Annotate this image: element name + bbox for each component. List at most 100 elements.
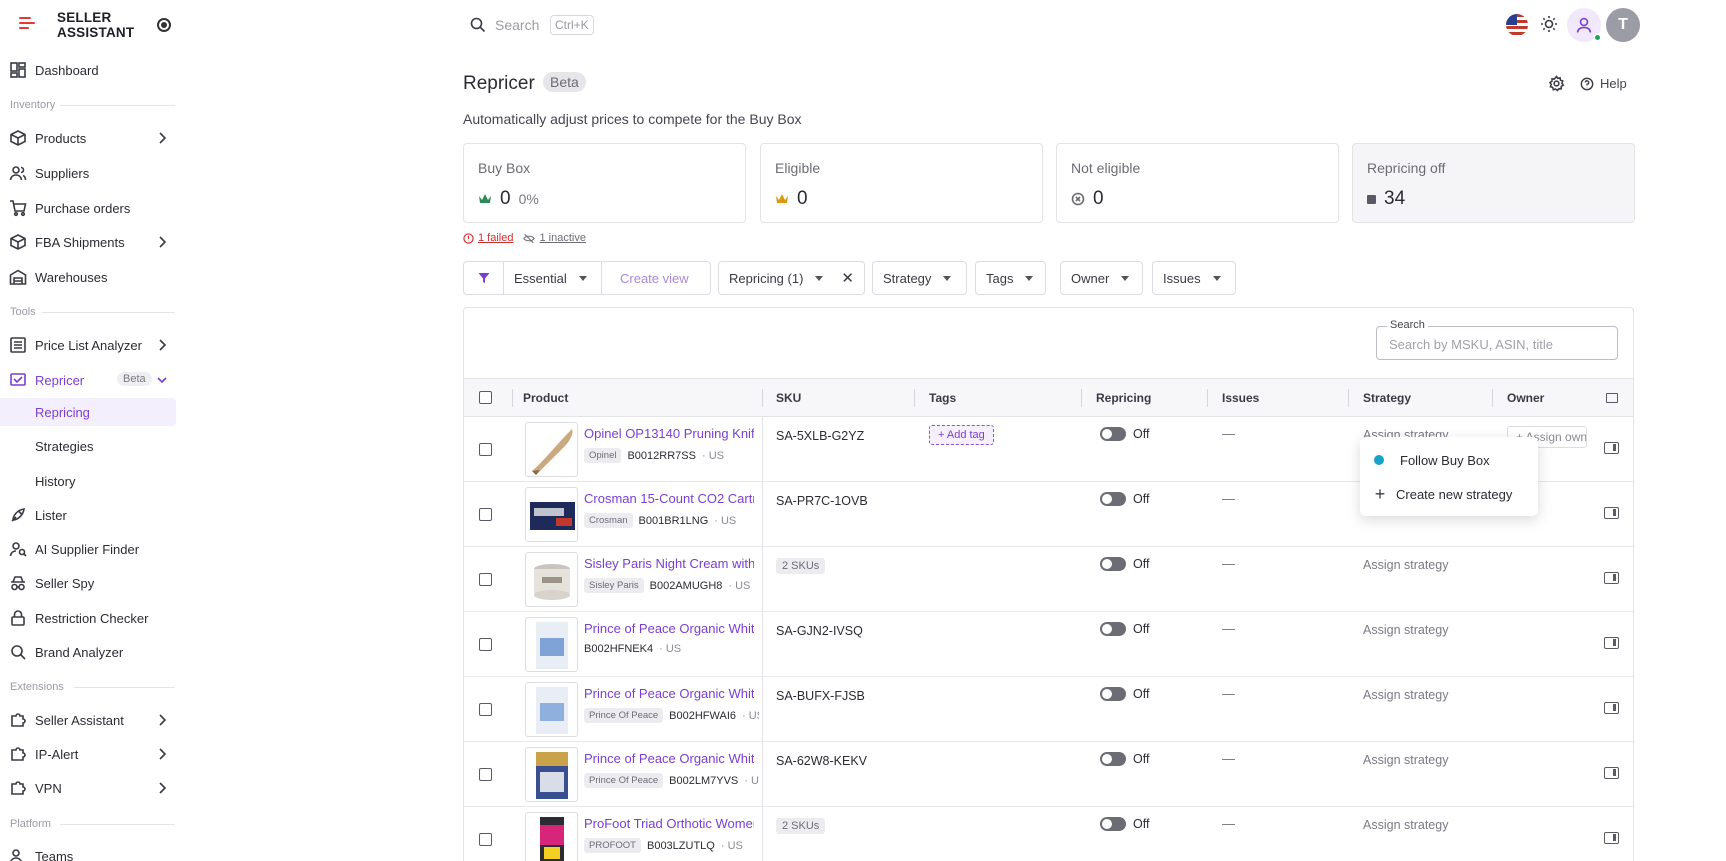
repricing-toggle[interactable] xyxy=(1100,492,1126,506)
repricing-toggle[interactable] xyxy=(1100,817,1126,831)
create-view-button[interactable]: Create view xyxy=(602,262,699,294)
sidebar-item-fba-shipments[interactable]: FBA Shipments xyxy=(0,227,176,257)
assign-strategy-link[interactable]: Assign strategy xyxy=(1363,753,1448,767)
add-tag-button[interactable]: + Add tag xyxy=(929,425,994,445)
row-checkbox[interactable] xyxy=(479,508,492,521)
open-panel-icon[interactable] xyxy=(1604,507,1619,519)
sidebar-item-vpn[interactable]: VPN xyxy=(0,773,176,803)
row-checkbox[interactable] xyxy=(479,573,492,586)
assign-strategy-link[interactable]: Assign strategy xyxy=(1363,558,1448,572)
us-flag-icon[interactable] xyxy=(1506,14,1528,36)
help-button[interactable]: Help xyxy=(1580,76,1627,91)
global-search[interactable]: Search Ctrl+K xyxy=(468,12,618,38)
repricing-toggle[interactable] xyxy=(1100,687,1126,701)
repricing-toggle[interactable] xyxy=(1100,752,1126,766)
sidebar-item-ip-alert[interactable]: IP-Alert xyxy=(0,739,176,769)
column-strategy[interactable]: Strategy xyxy=(1363,391,1411,405)
sidebar-item-dashboard[interactable]: Dashboard xyxy=(0,55,176,85)
filter-funnel-button[interactable] xyxy=(464,262,504,294)
sidebar-collapse-icon[interactable] xyxy=(157,18,171,32)
column-product[interactable]: Product xyxy=(523,391,568,405)
assign-strategy-link[interactable]: Assign strategy xyxy=(1363,688,1448,702)
open-panel-icon[interactable] xyxy=(1604,702,1619,714)
sidebar-item-products[interactable]: Products xyxy=(0,123,176,153)
tags-filter[interactable]: Tags xyxy=(975,261,1046,295)
row-checkbox[interactable] xyxy=(479,443,492,456)
product-title-link[interactable]: ProFoot Triad Orthotic Women xyxy=(584,816,754,831)
row-checkbox[interactable] xyxy=(479,703,492,716)
row-checkbox[interactable] xyxy=(479,833,492,846)
settings-gear-icon[interactable] xyxy=(1548,75,1565,92)
issues-value: — xyxy=(1222,491,1235,506)
open-panel-icon[interactable] xyxy=(1604,572,1619,584)
stat-card-repricing-off[interactable]: Repricing off 34 xyxy=(1352,143,1635,223)
repricing-toggle[interactable] xyxy=(1100,622,1126,636)
open-panel-icon[interactable] xyxy=(1604,832,1619,844)
assign-strategy-link[interactable]: Assign strategy xyxy=(1363,623,1448,637)
sidebar-item-repricer[interactable]: Repricer Beta xyxy=(0,365,176,395)
product-title-link[interactable]: Prince of Peace Organic White Tea xyxy=(584,621,754,636)
product-title-link[interactable]: Prince of Peace Organic White Tea xyxy=(584,751,754,766)
column-settings-icon[interactable] xyxy=(1606,393,1618,403)
product-title-link[interactable]: Sisley Paris Night Cream with Collagen xyxy=(584,556,754,571)
clear-filter-close-icon[interactable]: ✕ xyxy=(841,269,854,287)
avatar[interactable]: T xyxy=(1606,8,1640,42)
stat-card-not-eligible[interactable]: Not eligible 0 xyxy=(1056,143,1339,223)
sidebar-item-price-list-analyzer[interactable]: Price List Analyzer xyxy=(0,330,176,360)
issues-filter[interactable]: Issues xyxy=(1152,261,1236,295)
strategy-filter[interactable]: Strategy xyxy=(872,261,967,295)
sidebar-item-ai-supplier-finder[interactable]: AI Supplier Finder xyxy=(0,534,176,564)
column-tags[interactable]: Tags xyxy=(929,391,956,405)
sidebar-subitem-history[interactable]: History xyxy=(0,467,176,495)
repricing-toggle[interactable] xyxy=(1100,427,1126,441)
failed-alert[interactable]: 1 failed xyxy=(463,232,513,244)
open-panel-icon[interactable] xyxy=(1604,442,1619,454)
product-title-link[interactable]: Opinel OP13140 Pruning Knife xyxy=(584,426,754,441)
strategy-option-follow-buy-box[interactable]: Follow Buy Box xyxy=(1360,443,1538,477)
sku-count-badge[interactable]: 2 SKUs xyxy=(776,818,826,834)
table-row[interactable]: Sisley Paris Night Cream with Collagen S… xyxy=(464,547,1633,612)
sidebar-item-seller-spy[interactable]: Seller Spy xyxy=(0,568,176,598)
repricing-toggle[interactable] xyxy=(1100,557,1126,571)
sidebar-item-restriction-checker[interactable]: Restriction Checker xyxy=(0,603,176,633)
theme-toggle-icon[interactable] xyxy=(1540,15,1558,33)
box-icon xyxy=(10,130,26,146)
row-checkbox[interactable] xyxy=(479,638,492,651)
brand[interactable]: SELLER ASSISTANT xyxy=(0,0,176,50)
column-sku[interactable]: SKU xyxy=(776,391,801,405)
owner-filter[interactable]: Owner xyxy=(1060,261,1143,295)
sku-count-badge[interactable]: 2 SKUs xyxy=(776,558,826,574)
sidebar-item-brand-analyzer[interactable]: Brand Analyzer xyxy=(0,637,176,667)
create-new-strategy-button[interactable]: + Create new strategy xyxy=(1360,477,1538,511)
column-issues[interactable]: Issues xyxy=(1222,391,1259,405)
inactive-alert[interactable]: 1 inactive xyxy=(523,232,586,244)
stat-card-eligible[interactable]: Eligible 0 xyxy=(760,143,1043,223)
sidebar-item-warehouses[interactable]: Warehouses xyxy=(0,262,176,292)
stat-card-buy-box[interactable]: Buy Box 0 0% xyxy=(463,143,746,223)
repricing-filter[interactable]: Repricing (1) ✕ xyxy=(718,261,865,295)
view-dropdown[interactable]: Essential xyxy=(504,262,602,294)
repricing-status: Off xyxy=(1133,427,1150,441)
table-search-input[interactable]: Search Search by MSKU, ASIN, title xyxy=(1376,319,1618,360)
sidebar-item-lister[interactable]: Lister xyxy=(0,500,176,530)
open-panel-icon[interactable] xyxy=(1604,767,1619,779)
row-checkbox[interactable] xyxy=(479,768,492,781)
table-row[interactable]: ProFoot Triad Orthotic Women PROFOOT B00… xyxy=(464,807,1633,861)
select-all-checkbox[interactable] xyxy=(479,391,492,404)
table-row[interactable]: Prince of Peace Organic White Tea Prince… xyxy=(464,677,1633,742)
open-panel-icon[interactable] xyxy=(1604,637,1619,649)
column-repricing[interactable]: Repricing xyxy=(1096,391,1151,405)
sidebar-item-teams[interactable]: Teams xyxy=(0,841,176,861)
table-row[interactable]: Prince of Peace Organic White Tea Prince… xyxy=(464,742,1633,807)
sidebar-item-suppliers[interactable]: Suppliers xyxy=(0,158,176,188)
user-menu-button[interactable] xyxy=(1567,8,1601,42)
column-owner[interactable]: Owner xyxy=(1507,391,1544,405)
table-row[interactable]: Prince of Peace Organic White Tea B002HF… xyxy=(464,612,1633,677)
sidebar-item-purchase-orders[interactable]: Purchase orders xyxy=(0,193,176,223)
sidebar-item-seller-assistant[interactable]: Seller Assistant xyxy=(0,705,176,735)
sidebar-subitem-strategies[interactable]: Strategies xyxy=(0,432,176,460)
product-title-link[interactable]: Prince of Peace Organic White Tea xyxy=(584,686,754,701)
sidebar-subitem-repricing[interactable]: Repricing xyxy=(0,398,176,426)
assign-strategy-link[interactable]: Assign strategy xyxy=(1363,818,1448,832)
product-title-link[interactable]: Crosman 15-Count CO2 Cartridges xyxy=(584,491,754,506)
